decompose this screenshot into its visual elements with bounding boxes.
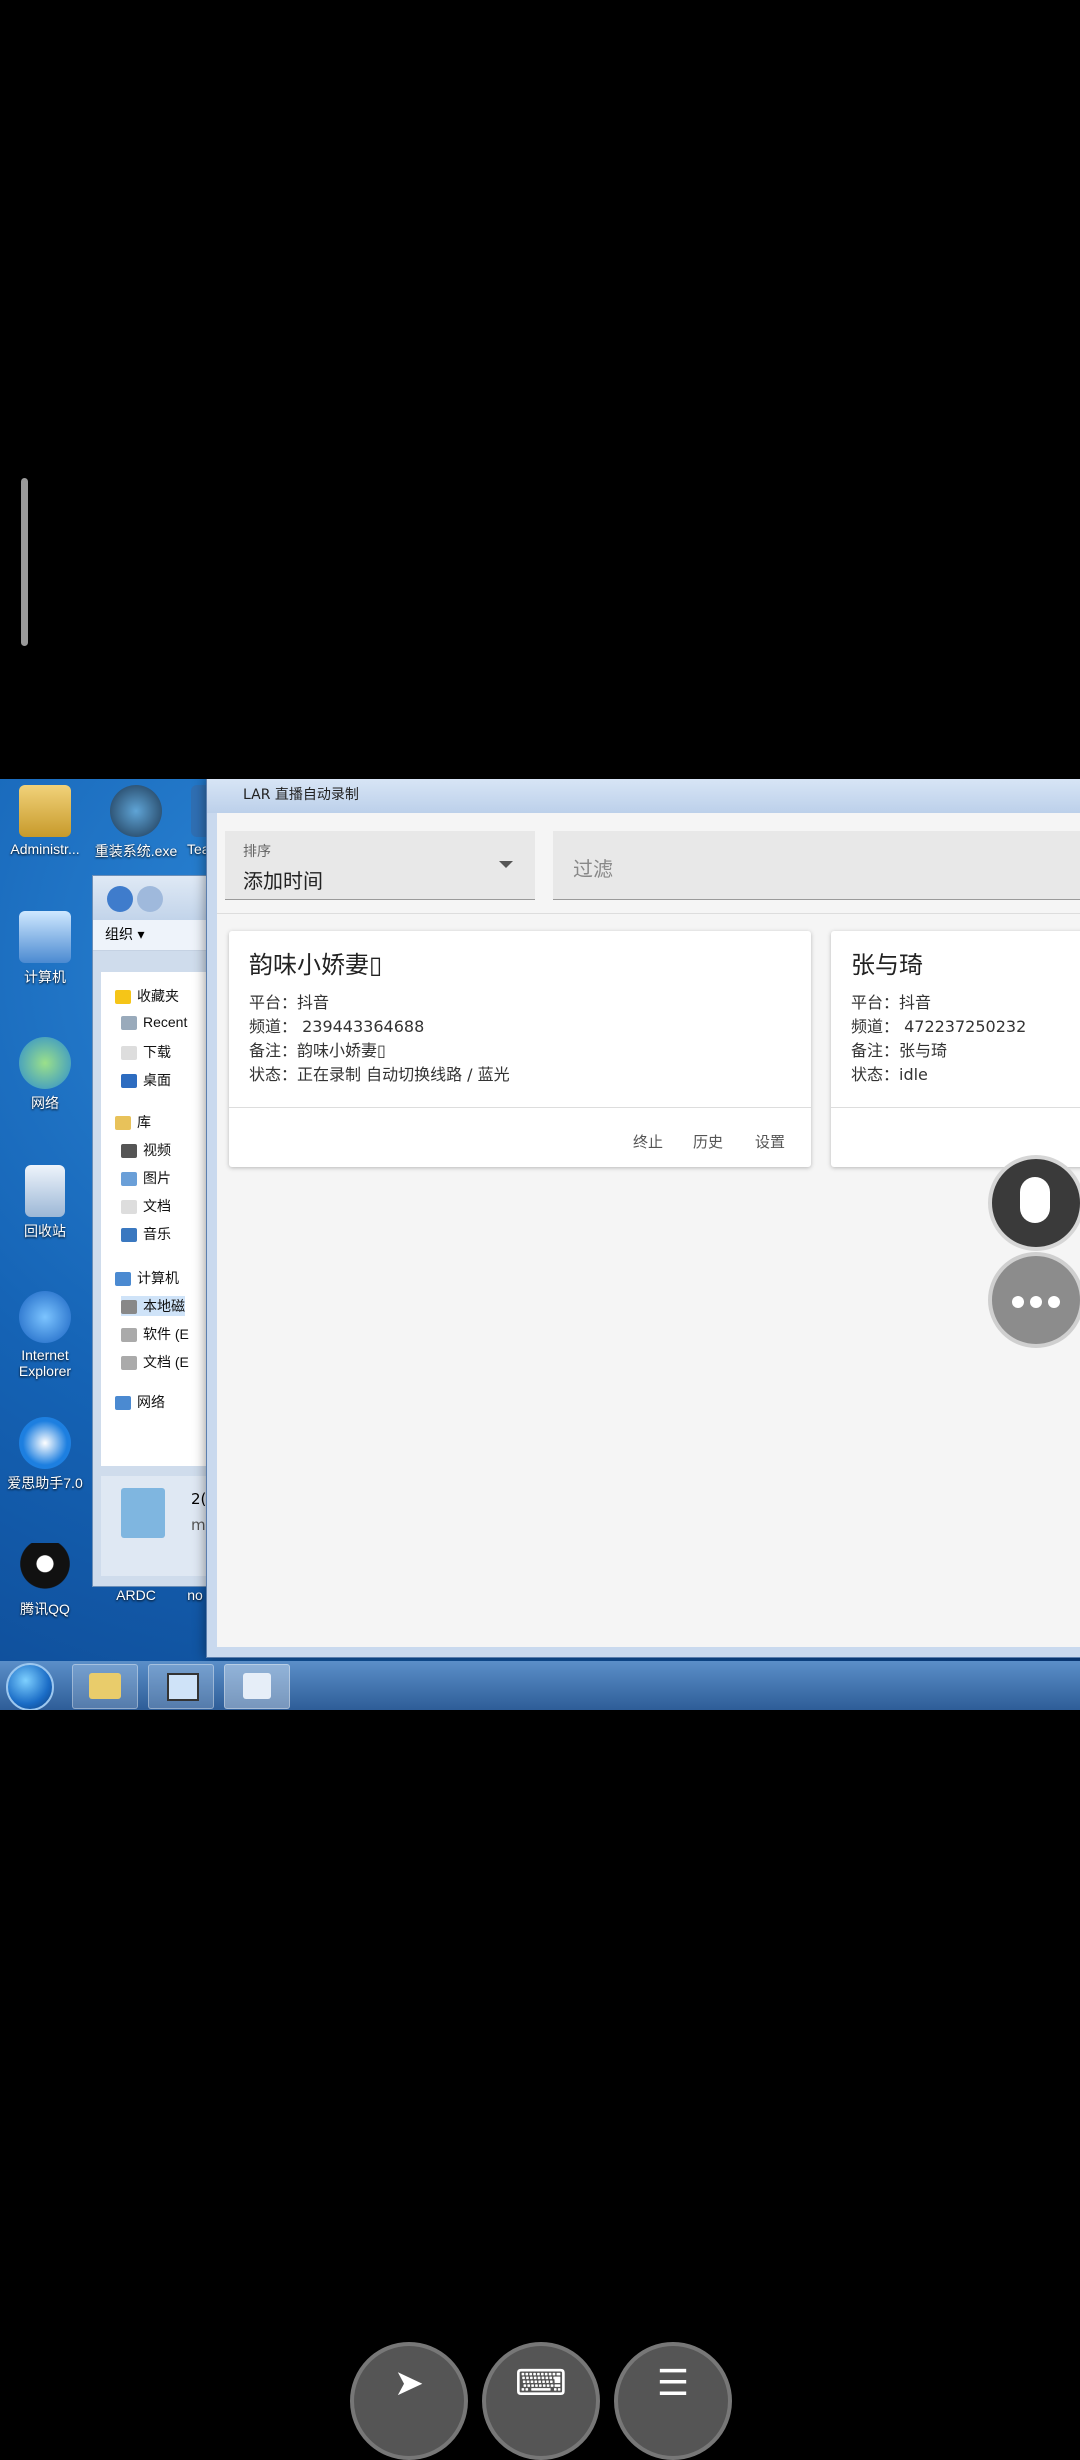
mouse-mode-button[interactable] [988, 1155, 1080, 1251]
window-titlebar[interactable]: LAR 直播自动录制 [207, 779, 1080, 813]
desktop-icon-qq[interactable]: 腾讯QQ [0, 1543, 95, 1619]
pointer-mode-button[interactable]: ➤ [350, 2342, 468, 2460]
tree-libraries[interactable]: 库 [115, 1112, 151, 1132]
card-title: 张与琦 [851, 951, 923, 979]
taskbar-lar-app[interactable] [224, 1664, 290, 1709]
window-title: LAR 直播自动录制 [243, 787, 359, 803]
qq-penguin-icon [19, 1543, 71, 1595]
taskbar-remote-desktop[interactable] [148, 1664, 214, 1709]
network-icon [115, 1396, 131, 1411]
room-card: 张与琦 平台：抖音 频道： 472237250232 备注：张与琦 状态：idl… [831, 931, 1080, 1167]
tree-favorites[interactable]: 收藏夹 [115, 986, 179, 1006]
reinstall-app-icon [110, 785, 162, 837]
pointer-icon: ➤ [393, 2363, 425, 2404]
card-remark: 备注：张与琦 [851, 1041, 948, 1060]
desktop-icon-administrator[interactable]: Administr... [0, 785, 95, 857]
tree-computer[interactable]: 计算机 [115, 1268, 179, 1288]
document-icon [121, 1200, 137, 1215]
sort-select[interactable]: 排序 添加时间 [225, 831, 535, 900]
filter-input[interactable]: 过滤 [553, 831, 1080, 900]
tree-music[interactable]: 音乐 [121, 1224, 171, 1244]
desktop-icon-recycle-bin[interactable]: 回收站 [0, 1165, 95, 1241]
desktop-icon-computer[interactable]: 计算机 [0, 911, 95, 987]
network-icon [19, 1037, 71, 1089]
taskbar-explorer[interactable] [72, 1664, 138, 1709]
edge-handle[interactable] [21, 478, 28, 646]
video-file-icon [121, 1488, 165, 1538]
picture-icon [121, 1172, 137, 1187]
lar-app-window[interactable]: LAR 直播自动录制 排序 添加时间 过滤 韵味小娇妻▯ 平台：抖音 频道： 2… [206, 779, 1080, 1658]
history-button[interactable]: 历史 [693, 1131, 723, 1152]
tree-network[interactable]: 网络 [115, 1392, 165, 1412]
tree-pictures[interactable]: 图片 [121, 1168, 171, 1188]
organize-menu[interactable]: 组织 ▾ [105, 927, 144, 943]
card-status: 状态：正在录制 自动切换线路 / 蓝光 [249, 1065, 510, 1084]
drive-icon [121, 1328, 137, 1343]
settings-button[interactable]: 设置 [755, 1131, 785, 1152]
keyboard-button[interactable]: ⌨ [482, 2342, 600, 2460]
star-icon [115, 990, 131, 1005]
video-icon [121, 1144, 137, 1159]
folder-icon [89, 1673, 121, 1699]
card-divider [831, 1107, 1080, 1108]
chevron-down-icon [499, 861, 513, 868]
desktop-icon-ie[interactable]: Internet Explorer [0, 1291, 95, 1379]
app-icon [243, 1673, 271, 1699]
card-channel: 频道： 472237250232 [851, 1017, 1027, 1036]
room-card: 韵味小娇妻▯ 平台：抖音 频道： 239443364688 备注：韵味小娇妻▯ … [229, 931, 811, 1167]
library-icon [115, 1116, 131, 1131]
more-options-button[interactable] [988, 1252, 1080, 1348]
keyboard-icon: ⌨ [515, 2363, 567, 2404]
tree-software-drive[interactable]: 软件 (E [121, 1324, 189, 1344]
tree-downloads[interactable]: 下载 [121, 1042, 171, 1062]
taskbar [0, 1661, 1080, 1710]
recycle-bin-icon [25, 1165, 65, 1217]
remote-desktop-icon [167, 1673, 199, 1701]
start-button[interactable] [6, 1663, 54, 1710]
divider [217, 913, 1080, 914]
computer-icon [19, 911, 71, 963]
menu-icon: ☰ [656, 2363, 690, 2404]
aisi-icon [19, 1417, 71, 1469]
internet-explorer-icon [19, 1291, 71, 1343]
tree-documents[interactable]: 文档 [121, 1196, 171, 1216]
tree-recent[interactable]: Recent [121, 1014, 187, 1031]
card-platform: 平台：抖音 [851, 993, 932, 1012]
menu-button[interactable]: ☰ [614, 2342, 732, 2460]
back-icon[interactable] [107, 886, 133, 912]
forward-icon[interactable] [137, 886, 163, 912]
desktop-icon [121, 1074, 137, 1089]
drive-icon [121, 1356, 137, 1371]
music-icon [121, 1228, 137, 1243]
computer-icon [115, 1272, 131, 1287]
desktop-icon-aisi[interactable]: 爱思助手7.0 [0, 1417, 95, 1493]
user-folder-icon [19, 785, 71, 837]
remote-desktop[interactable]: Administr... 重装系统.exe Tea 计算机 网络 回收站 Int… [0, 779, 1080, 1710]
desktop-icon-ardc[interactable]: ARDC [86, 1587, 186, 1603]
drive-icon [121, 1300, 137, 1315]
card-status: 状态：idle [851, 1065, 928, 1084]
tree-local-disk[interactable]: 本地磁 [121, 1296, 185, 1316]
tree-videos[interactable]: 视频 [121, 1140, 171, 1160]
desktop-icon-network[interactable]: 网络 [0, 1037, 95, 1113]
stop-button[interactable]: 终止 [633, 1131, 663, 1152]
card-platform: 平台：抖音 [249, 993, 330, 1012]
sort-value: 添加时间 [243, 869, 323, 893]
download-icon [121, 1046, 137, 1061]
card-channel: 频道： 239443364688 [249, 1017, 425, 1036]
tree-desktop[interactable]: 桌面 [121, 1070, 171, 1090]
filter-placeholder: 过滤 [573, 857, 613, 881]
recent-icon [121, 1016, 137, 1031]
sort-label: 排序 [243, 844, 271, 860]
tree-docs-drive[interactable]: 文档 (E [121, 1352, 189, 1372]
app-client-area: 排序 添加时间 过滤 韵味小娇妻▯ 平台：抖音 频道： 239443364688… [217, 813, 1080, 1647]
card-title: 韵味小娇妻▯ [249, 951, 383, 979]
card-remark: 备注：韵味小娇妻▯ [249, 1041, 386, 1060]
mouse-icon [1020, 1177, 1050, 1223]
card-divider [229, 1107, 811, 1108]
